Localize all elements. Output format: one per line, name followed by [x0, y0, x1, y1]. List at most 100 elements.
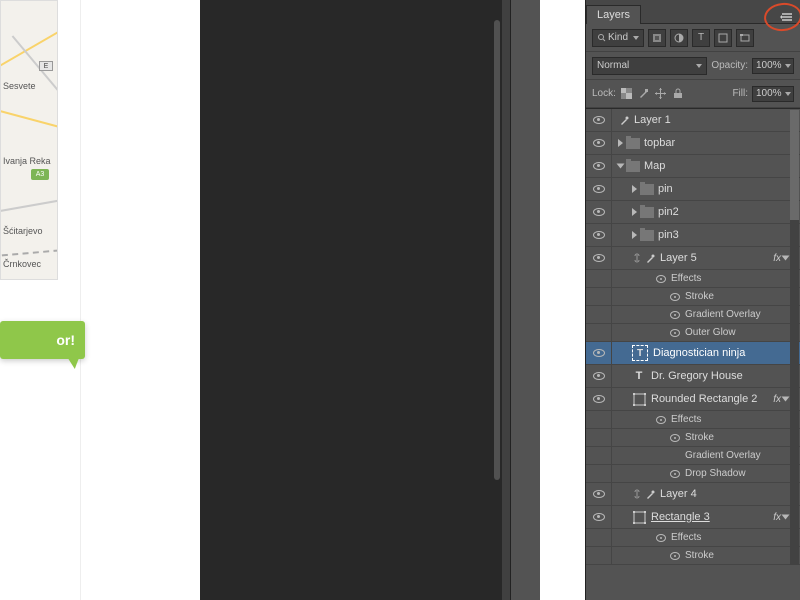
- filter-type-icon[interactable]: T: [692, 29, 710, 47]
- layer-name[interactable]: Stroke: [685, 550, 714, 561]
- effect-row[interactable]: Outer Glow: [586, 324, 800, 342]
- opacity-input[interactable]: 100%: [752, 58, 794, 74]
- layer-name[interactable]: Effects: [671, 532, 701, 543]
- effect-row[interactable]: Gradient Overlay: [586, 306, 800, 324]
- effect-row[interactable]: Effects: [586, 411, 800, 429]
- visibility-toggle[interactable]: [586, 306, 612, 323]
- layer-name[interactable]: Effects: [671, 414, 701, 425]
- layer-name[interactable]: Rectangle 3: [651, 511, 710, 523]
- layer-row[interactable]: Map: [586, 155, 800, 178]
- layer-name[interactable]: topbar: [644, 137, 675, 149]
- effect-row[interactable]: Stroke: [586, 429, 800, 447]
- effect-visibility-icon[interactable]: [656, 534, 666, 542]
- layer-row[interactable]: Layer 4: [586, 483, 800, 506]
- filter-adjustment-icon[interactable]: [670, 29, 688, 47]
- visibility-toggle[interactable]: [586, 342, 612, 364]
- layer-name[interactable]: Map: [644, 160, 665, 172]
- layer-name[interactable]: Gradient Overlay: [685, 450, 761, 461]
- visibility-toggle[interactable]: [586, 411, 612, 428]
- layer-name[interactable]: pin3: [658, 229, 679, 241]
- fx-badge[interactable]: fx: [773, 512, 788, 523]
- effect-row[interactable]: Drop Shadow: [586, 465, 800, 483]
- layer-name[interactable]: Layer 4: [660, 488, 697, 500]
- visibility-toggle[interactable]: [586, 288, 612, 305]
- canvas-scrollbar[interactable]: [494, 20, 500, 480]
- effect-visibility-icon[interactable]: [656, 275, 666, 283]
- layer-row[interactable]: topbar: [586, 132, 800, 155]
- layer-name[interactable]: Layer 1: [634, 114, 671, 126]
- lock-position-button[interactable]: [654, 87, 668, 101]
- layer-name[interactable]: Stroke: [685, 291, 714, 302]
- layer-name[interactable]: Diagnostician ninja: [653, 347, 745, 359]
- chevron-down-icon[interactable]: [782, 256, 790, 261]
- visibility-toggle[interactable]: [586, 270, 612, 287]
- visibility-toggle[interactable]: [586, 506, 612, 528]
- layer-row[interactable]: Layer 5 fx: [586, 247, 800, 270]
- effect-visibility-icon[interactable]: [670, 293, 680, 301]
- filter-shape-icon[interactable]: [714, 29, 732, 47]
- layer-name[interactable]: Outer Glow: [685, 327, 736, 338]
- layer-row[interactable]: pin: [586, 178, 800, 201]
- disclosure-triangle-icon[interactable]: [632, 185, 637, 193]
- effect-visibility-icon[interactable]: [670, 470, 680, 478]
- disclosure-triangle-icon[interactable]: [618, 139, 623, 147]
- layer-name[interactable]: pin: [658, 183, 673, 195]
- effect-visibility-icon[interactable]: [656, 416, 666, 424]
- visibility-toggle[interactable]: [586, 529, 612, 546]
- effect-row[interactable]: Gradient Overlay: [586, 447, 800, 465]
- effect-visibility-icon[interactable]: [670, 552, 680, 560]
- effect-row[interactable]: Stroke: [586, 288, 800, 306]
- visibility-toggle[interactable]: [586, 247, 612, 269]
- effect-row[interactable]: Effects: [586, 529, 800, 547]
- visibility-toggle[interactable]: [586, 224, 612, 246]
- chevron-down-icon[interactable]: [782, 397, 790, 402]
- effect-row[interactable]: Stroke: [586, 547, 800, 565]
- effect-visibility-icon[interactable]: [670, 329, 680, 337]
- visibility-toggle[interactable]: [586, 547, 612, 564]
- layer-name[interactable]: Rounded Rectangle 2: [651, 393, 757, 405]
- canvas-area[interactable]: [200, 0, 540, 600]
- layer-row[interactable]: pin2: [586, 201, 800, 224]
- visibility-toggle[interactable]: [586, 155, 612, 177]
- layer-name[interactable]: Effects: [671, 273, 701, 284]
- visibility-toggle[interactable]: [586, 388, 612, 410]
- visibility-toggle[interactable]: [586, 465, 612, 482]
- layer-name[interactable]: Layer 5: [660, 252, 697, 264]
- layer-name[interactable]: Gradient Overlay: [685, 309, 761, 320]
- layers-list[interactable]: Layer 1 topbar Map pin pin2 pin3 Layer 5 fx Effe…: [586, 108, 800, 565]
- layer-row[interactable]: pin3: [586, 224, 800, 247]
- layer-name[interactable]: Drop Shadow: [685, 468, 746, 479]
- visibility-toggle[interactable]: [586, 178, 612, 200]
- layer-row[interactable]: TDiagnostician ninja: [586, 342, 800, 365]
- visibility-toggle[interactable]: [586, 132, 612, 154]
- chevron-down-icon[interactable]: [782, 515, 790, 520]
- lock-transparency-button[interactable]: [620, 87, 634, 101]
- tab-layers[interactable]: Layers: [586, 5, 641, 24]
- effect-row[interactable]: Effects: [586, 270, 800, 288]
- layer-row[interactable]: TDr. Gregory House: [586, 365, 800, 388]
- layer-row[interactable]: Rounded Rectangle 2 fx: [586, 388, 800, 411]
- layers-scrollbar[interactable]: [790, 110, 799, 565]
- visibility-toggle[interactable]: [586, 365, 612, 387]
- layer-name[interactable]: pin2: [658, 206, 679, 218]
- fx-badge[interactable]: fx: [773, 394, 788, 405]
- visibility-toggle[interactable]: [586, 447, 612, 464]
- disclosure-triangle-icon[interactable]: [632, 231, 637, 239]
- disclosure-triangle-icon[interactable]: [617, 164, 625, 169]
- lock-all-button[interactable]: [671, 87, 685, 101]
- layer-row[interactable]: Layer 1: [586, 109, 800, 132]
- lock-pixels-button[interactable]: [637, 87, 651, 101]
- fill-input[interactable]: 100%: [752, 86, 794, 102]
- layer-name[interactable]: Stroke: [685, 432, 714, 443]
- scrollbar-thumb[interactable]: [790, 110, 799, 220]
- disclosure-triangle-icon[interactable]: [632, 208, 637, 216]
- filter-smart-icon[interactable]: [736, 29, 754, 47]
- visibility-toggle[interactable]: [586, 324, 612, 341]
- fx-badge[interactable]: fx: [773, 253, 788, 264]
- effect-visibility-icon[interactable]: [670, 311, 680, 319]
- filter-kind-dropdown[interactable]: Kind: [592, 29, 644, 47]
- visibility-toggle[interactable]: [586, 483, 612, 505]
- layer-row[interactable]: Rectangle 3 fx: [586, 506, 800, 529]
- blend-mode-dropdown[interactable]: Normal: [592, 57, 707, 75]
- visibility-toggle[interactable]: [586, 109, 612, 131]
